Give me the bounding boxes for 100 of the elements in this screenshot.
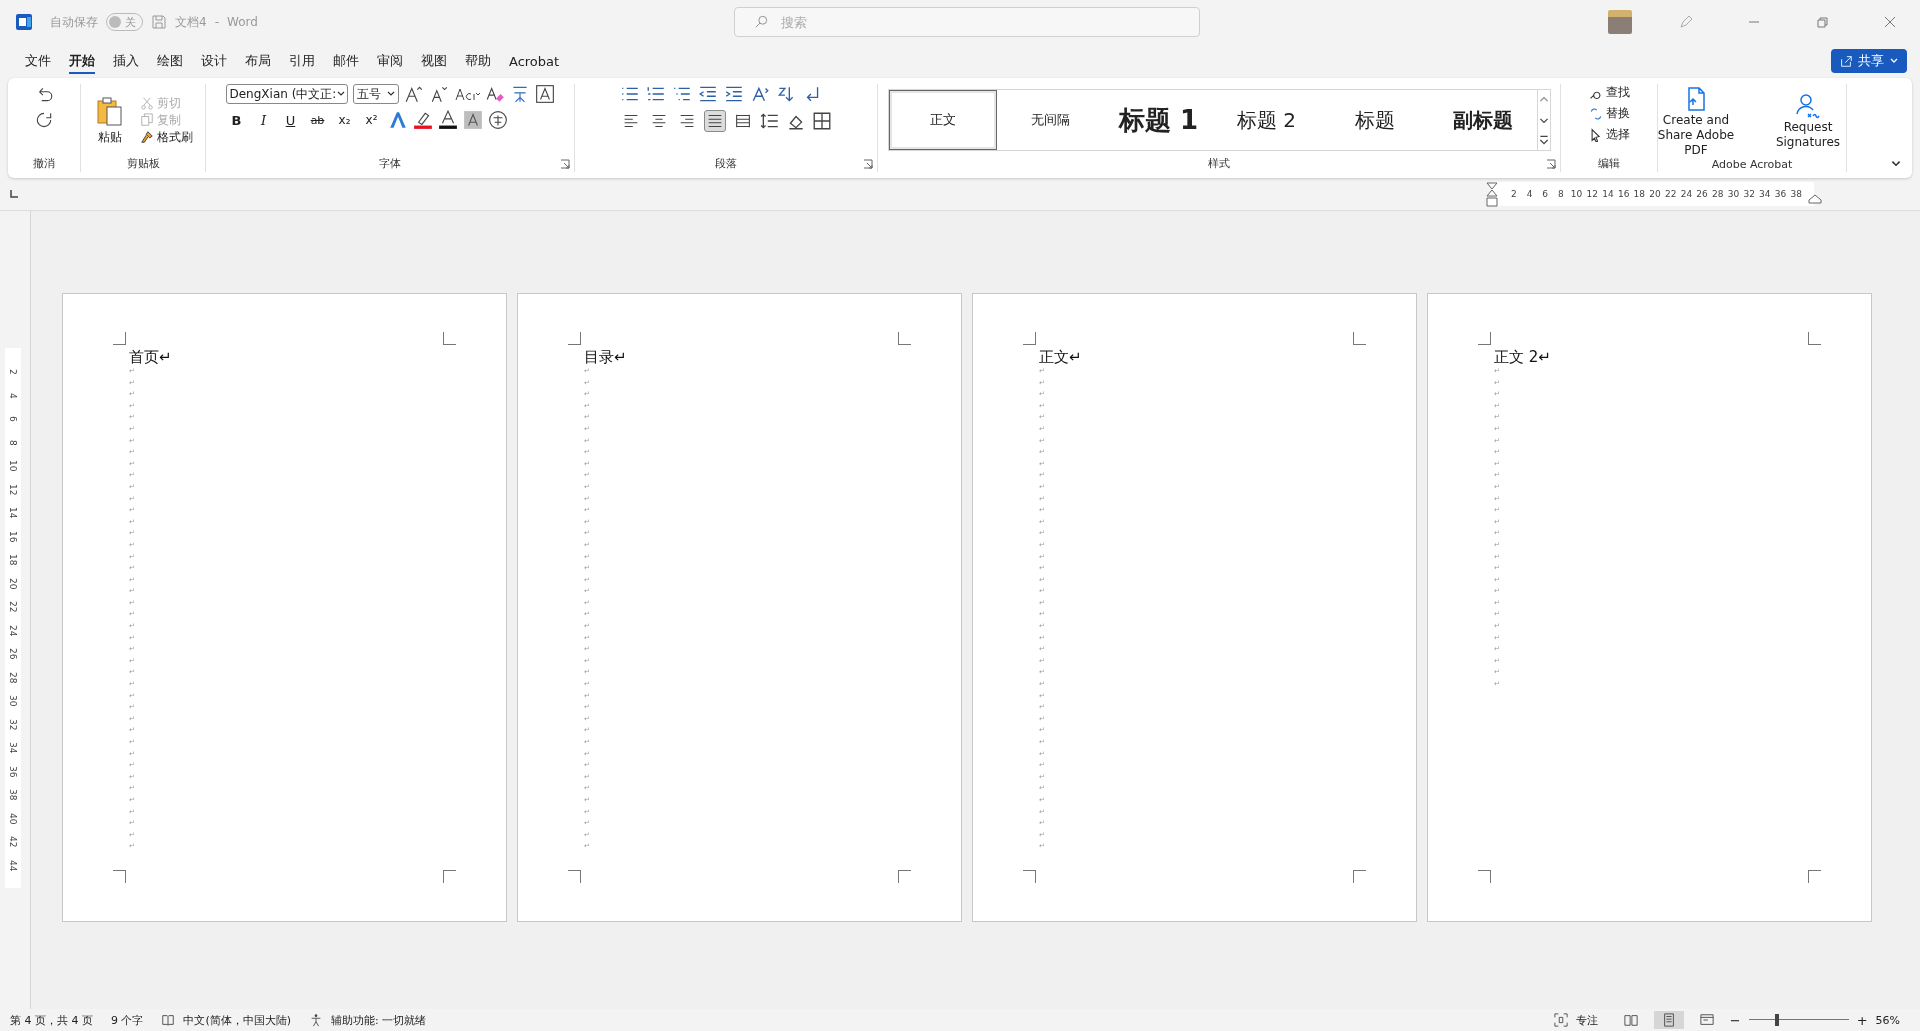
focus-mode-label[interactable]: 专注	[1575, 1012, 1598, 1028]
character-border-icon[interactable]	[534, 84, 555, 104]
restore-icon[interactable]	[1814, 14, 1830, 30]
format-painter-button[interactable]: 格式刷	[139, 128, 193, 146]
dialog-launcher-icon[interactable]	[560, 159, 570, 169]
zoom-level[interactable]: 56%	[1875, 1013, 1900, 1027]
font-name-dropdown[interactable]: DengXian (中文正:	[225, 84, 348, 104]
grow-font-icon[interactable]	[403, 84, 424, 104]
font-color-icon[interactable]	[437, 110, 458, 130]
editing-button[interactable]: 查找	[1588, 84, 1630, 101]
crop-mark	[568, 332, 581, 345]
style-item[interactable]: 副标题	[1428, 90, 1537, 150]
scissors-icon	[139, 96, 154, 110]
language-status[interactable]: 中文(简体，中国大陆)	[183, 1012, 292, 1028]
focus-icon[interactable]	[1553, 1013, 1568, 1027]
share-icon	[1839, 54, 1853, 68]
ribbon-tab[interactable]: 邮件	[324, 48, 368, 74]
indent-marker-icon[interactable]	[1486, 182, 1498, 208]
app-name: Word	[227, 15, 258, 29]
ribbon-tab[interactable]: 视图	[412, 48, 456, 74]
right-indent-marker-icon[interactable]	[1808, 194, 1822, 204]
crop-mark	[568, 870, 581, 883]
copy-icon	[139, 113, 154, 127]
ruler-number: 26	[1695, 189, 1709, 199]
format-button[interactable]: x₂	[333, 110, 356, 130]
dialog-launcher-icon[interactable]	[863, 159, 873, 169]
acrobat-button[interactable]: Request Signatures	[1758, 92, 1858, 150]
autosave-label: 自动保存	[50, 13, 98, 31]
paste-button[interactable]: 粘贴	[93, 94, 126, 146]
crop-mark	[443, 870, 456, 883]
ruler-number: 20	[7, 576, 19, 591]
search-field[interactable]: 搜索	[734, 7, 1200, 37]
ruler-number: 32	[7, 717, 19, 732]
format-button[interactable]: B	[225, 110, 248, 130]
ruler-number: 30	[1726, 189, 1741, 199]
editing-button[interactable]: 替换	[1588, 105, 1630, 122]
ruler-number: 22	[1664, 189, 1678, 199]
zoom-out-button[interactable]: −	[1729, 1012, 1741, 1028]
style-item[interactable]: 正文	[888, 90, 997, 150]
ribbon-tab[interactable]: 布局	[236, 48, 280, 74]
format-button[interactable]: ab	[306, 110, 329, 130]
ribbon-tab[interactable]: 文件	[16, 48, 60, 74]
style-item[interactable]: 无间隔	[996, 90, 1105, 150]
ruler-number: 18	[7, 553, 19, 568]
close-icon[interactable]	[1882, 14, 1898, 30]
dialog-launcher-icon[interactable]	[1546, 159, 1556, 169]
ribbon-tab[interactable]: 绘图	[148, 48, 192, 74]
align-justify-icon[interactable]	[704, 110, 726, 132]
group-label: Adobe Acrobat	[1711, 158, 1793, 172]
book-icon[interactable]	[161, 1013, 176, 1027]
indent-icon[interactable]	[724, 84, 744, 104]
outdent-icon[interactable]	[698, 84, 718, 104]
editing-button[interactable]: 选择	[1588, 126, 1630, 143]
enclosed-character-icon[interactable]	[487, 110, 508, 130]
ribbon-tab[interactable]: 引用	[280, 48, 324, 74]
ribbon-tab[interactable]: 审阅	[368, 48, 412, 74]
spacing-icon[interactable]	[760, 111, 780, 131]
borders-icon[interactable]	[812, 111, 832, 131]
ruler-number: 12	[7, 482, 19, 497]
zoom-in-button[interactable]: +	[1856, 1012, 1868, 1028]
ribbon-tab[interactable]: 设计	[192, 48, 236, 74]
ruler-number: 4	[7, 391, 19, 401]
ribbon-tab[interactable]: Acrobat	[500, 49, 569, 73]
ruler-number: 24	[7, 623, 19, 638]
style-item[interactable]: 标题 1	[1104, 90, 1213, 150]
group-label: 剪贴板	[126, 156, 160, 172]
ruler-number: 8	[1557, 189, 1565, 199]
style-item[interactable]: 标题 2	[1212, 90, 1321, 150]
format-button[interactable]: x²	[360, 110, 383, 130]
share-button[interactable]: 共享	[1831, 49, 1907, 73]
clear-formatting-icon[interactable]	[484, 84, 505, 104]
page-count[interactable]: 第 4 页，共 4 页	[10, 1012, 93, 1028]
ruler-number: 42	[7, 835, 19, 850]
format-button[interactable]: I	[252, 110, 275, 130]
tab-selector-icon[interactable]	[10, 190, 18, 198]
ruler-number: 36	[1773, 189, 1788, 199]
crop-mark	[1808, 870, 1821, 883]
font-size-dropdown[interactable]: 五号	[352, 84, 399, 104]
redo-icon[interactable]	[34, 110, 54, 130]
ruler-number: 6	[1541, 189, 1550, 199]
ribbon-tab[interactable]: 开始	[60, 48, 104, 74]
word-count[interactable]: 9 个字	[111, 1012, 144, 1028]
highlight-icon[interactable]	[412, 110, 433, 130]
ruler-number: 32	[1742, 189, 1756, 199]
accessibility-status[interactable]: 辅助功能: 一切就绪	[331, 1012, 427, 1028]
ribbon-tab[interactable]: 插入	[104, 48, 148, 74]
style-item[interactable]: 标题	[1320, 90, 1429, 150]
crop-mark	[1808, 332, 1821, 345]
ribbon-tab[interactable]: 帮助	[456, 48, 500, 74]
ruler-number: 38	[1789, 189, 1803, 199]
ruler-number: 28	[7, 670, 19, 685]
acrobat-button[interactable]: Create and Share Adobe PDF	[1646, 84, 1746, 158]
sort-icon[interactable]	[776, 84, 796, 104]
ruler-number: 8	[7, 438, 19, 448]
print-layout-icon[interactable]	[1653, 1011, 1684, 1029]
crop-mark	[1353, 870, 1366, 883]
text-effects-icon[interactable]	[387, 110, 408, 130]
character-shading-icon[interactable]	[462, 110, 483, 130]
page-heading: 目录↵	[584, 348, 627, 366]
format-button[interactable]: U	[279, 110, 302, 130]
